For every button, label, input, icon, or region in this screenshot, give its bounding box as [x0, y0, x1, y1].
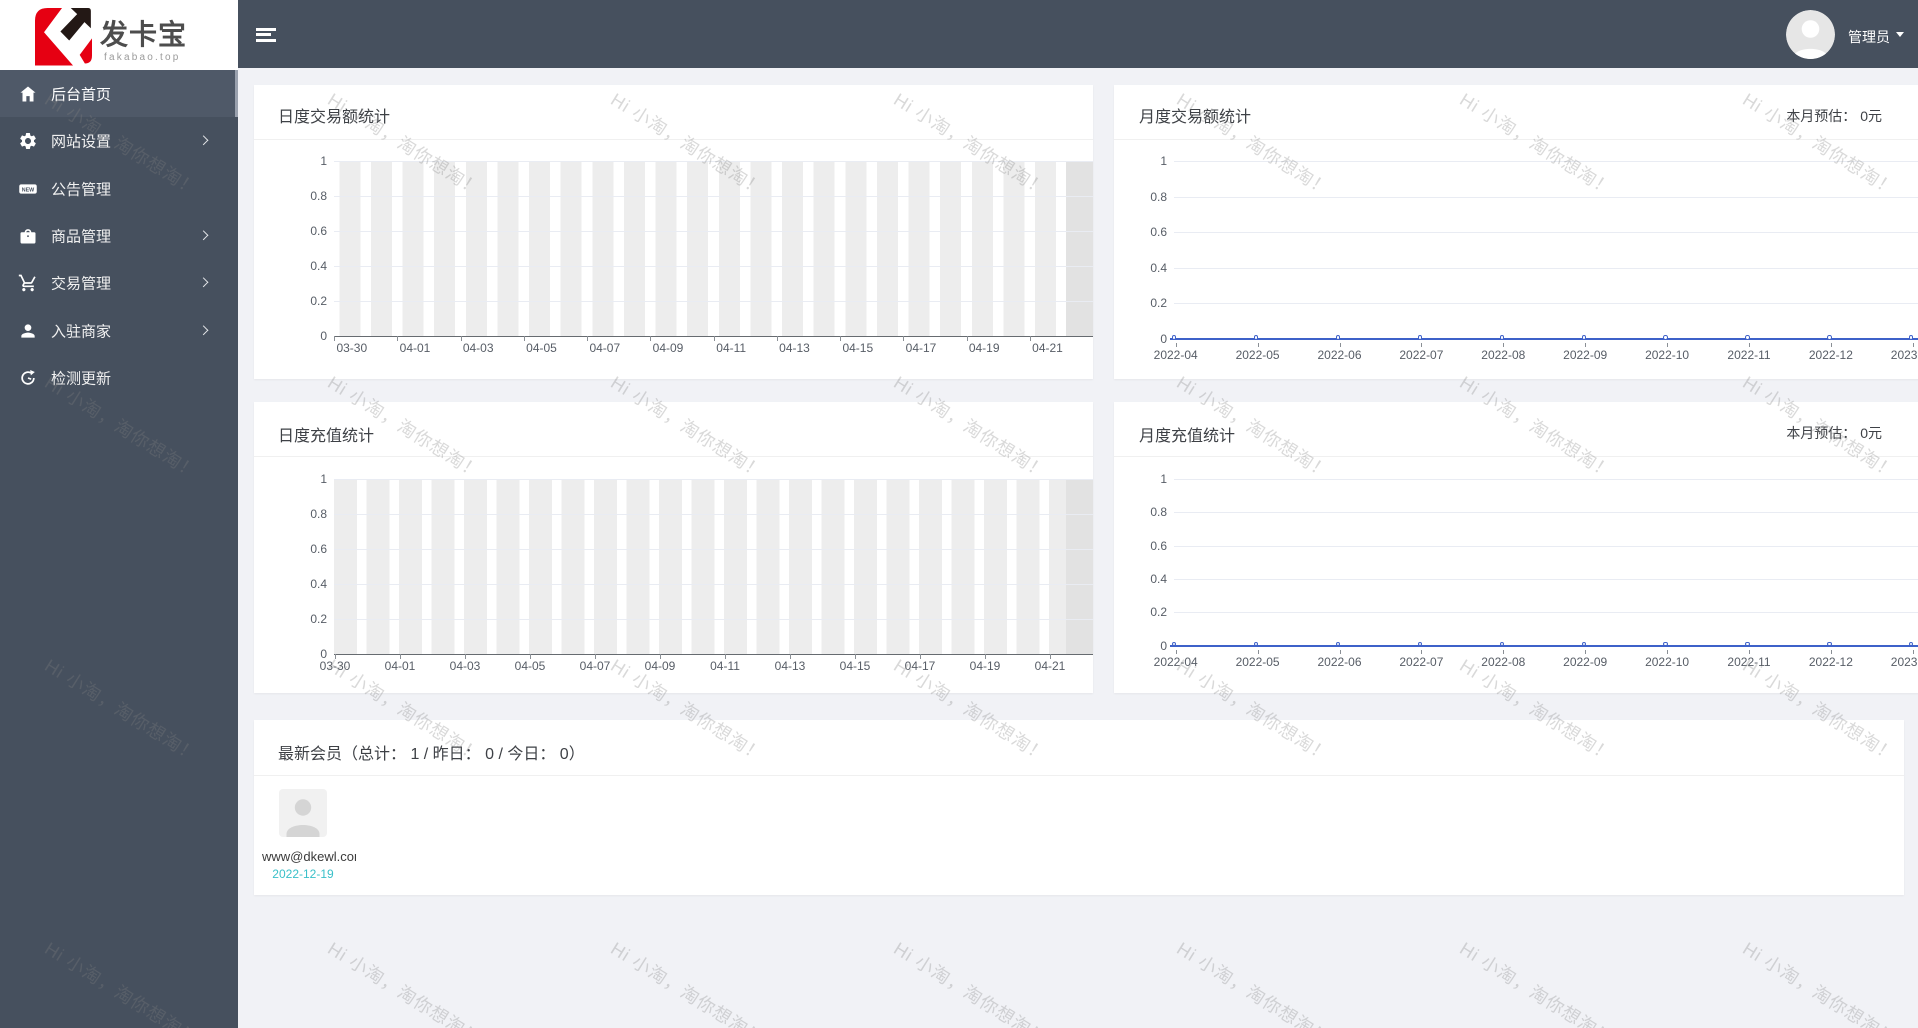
svg-text:NEW: NEW [22, 187, 35, 193]
